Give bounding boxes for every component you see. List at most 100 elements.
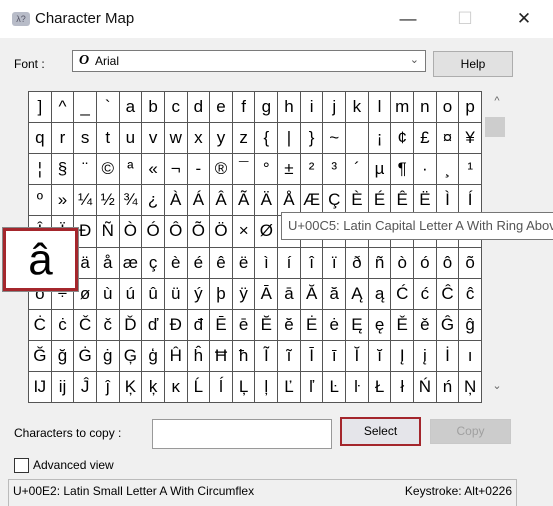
character-cell[interactable]: { [255,123,279,155]
character-cell[interactable]: Ò [119,216,143,248]
character-cell[interactable]: ü [164,278,188,310]
character-cell[interactable]: ŀ [346,371,369,403]
character-cell[interactable]: ġ [96,340,120,372]
character-cell[interactable]: ě [414,309,437,341]
character-cell[interactable]: Ŀ [323,371,347,403]
character-cell[interactable]: į [414,340,437,372]
character-cell[interactable]: ò [391,247,415,279]
character-cell[interactable]: ñ [368,247,392,279]
select-button[interactable]: Select [340,417,421,446]
character-cell[interactable]: ± [278,154,301,186]
character-cell[interactable]: Ć [391,278,415,310]
character-cell[interactable]: t [96,123,120,155]
character-cell[interactable]: _ [74,92,97,124]
character-cell[interactable]: ı [459,340,482,372]
character-cell[interactable]: « [142,154,165,186]
character-cell[interactable]: ] [29,92,52,124]
character-cell[interactable]: Ċ [29,309,52,341]
character-cell[interactable]: þ [210,278,233,310]
character-cell[interactable]: Ĭ [346,340,369,372]
character-cell[interactable]: ĺ [210,371,233,403]
character-cell[interactable]: Ĳ [29,371,52,403]
character-cell[interactable]: ļ [255,371,279,403]
character-cell[interactable]: ħ [232,340,256,372]
character-cell[interactable]: ā [278,278,301,310]
character-cell[interactable]: ĕ [278,309,301,341]
character-cell[interactable]: ă [323,278,347,310]
character-cell[interactable]: ½ [96,185,120,217]
character-cell[interactable]: å [96,247,120,279]
character-cell[interactable]: ¡ [368,123,392,155]
character-cell[interactable]: Ĺ [187,371,211,403]
character-cell[interactable]: k [346,92,369,124]
character-cell[interactable]: Ļ [232,371,256,403]
character-cell[interactable]: í [278,247,301,279]
character-cell[interactable]: Ó [142,216,165,248]
character-cell[interactable]: Ė [300,309,324,341]
character-cell[interactable]: Đ [164,309,188,341]
character-cell[interactable]: Ā [255,278,279,310]
character-cell[interactable]: ĭ [368,340,392,372]
character-cell[interactable]: ¤ [436,123,460,155]
character-cell[interactable]: Ğ [29,340,52,372]
character-cell[interactable]: § [51,154,75,186]
character-cell[interactable]: Ģ [119,340,143,372]
character-cell[interactable]: Ö [210,216,233,248]
minimize-button[interactable]: — [385,4,431,34]
character-cell[interactable]: n [414,92,437,124]
character-cell[interactable]: ĝ [459,309,482,341]
character-cell[interactable]: ¶ [391,154,415,186]
character-cell[interactable]: ¿ [142,185,165,217]
character-cell[interactable]: Ħ [210,340,233,372]
character-cell[interactable]: Ł [368,371,392,403]
character-cell[interactable]: Č [74,309,97,341]
character-cell[interactable]: ą [368,278,392,310]
character-cell[interactable]: ì [255,247,279,279]
character-cell[interactable]: q [29,123,52,155]
character-cell[interactable]: ī [323,340,347,372]
character-cell[interactable]: ĳ [51,371,75,403]
character-cell[interactable]: ē [232,309,256,341]
character-cell[interactable]: o [436,92,460,124]
character-cell[interactable]: æ [119,247,143,279]
close-button[interactable]: ✕ [501,4,547,34]
character-cell[interactable]: Ĵ [74,371,97,403]
character-cell[interactable]: ĉ [459,278,482,310]
character-cell[interactable]: ² [300,154,324,186]
character-cell[interactable]: i [300,92,324,124]
font-dropdown[interactable]: O Arial ⌄ [72,50,426,72]
character-cell[interactable]: · [414,154,437,186]
character-cell[interactable]: ĥ [187,340,211,372]
character-cell[interactable]: Ø [255,216,279,248]
character-cell[interactable]: ¯ [232,154,256,186]
character-cell[interactable]: Á [187,185,211,217]
character-cell[interactable]: » [51,185,75,217]
character-cell[interactable]: À [164,185,188,217]
character-cell[interactable]: ģ [142,340,165,372]
character-cell[interactable]: Ĕ [255,309,279,341]
character-cell[interactable]: w [164,123,188,155]
advanced-view-label[interactable]: Advanced view [33,458,114,472]
character-cell[interactable]: b [142,92,165,124]
character-cell[interactable]: î [300,247,324,279]
character-cell[interactable]: Ľ [278,371,301,403]
character-cell[interactable]: ď [142,309,165,341]
character-cell[interactable]: ċ [51,309,75,341]
character-cell[interactable]: õ [459,247,482,279]
character-cell[interactable]: Ô [164,216,188,248]
grid-scrollbar[interactable]: ^ ⌄ [483,91,511,403]
character-cell[interactable] [346,123,369,155]
character-cell[interactable]: © [96,154,120,186]
character-cell[interactable]: ł [391,371,415,403]
character-cell[interactable]: Ę [346,309,369,341]
character-cell[interactable]: × [232,216,256,248]
character-cell[interactable]: s [74,123,97,155]
character-cell[interactable]: º [29,185,52,217]
character-cell[interactable]: Ã [232,185,256,217]
character-cell[interactable]: Ń [414,371,437,403]
character-cell[interactable]: z [232,123,256,155]
character-cell[interactable]: ę [368,309,392,341]
character-cell[interactable]: Ī [300,340,324,372]
character-cell[interactable]: ë [232,247,256,279]
character-cell[interactable]: ³ [323,154,347,186]
